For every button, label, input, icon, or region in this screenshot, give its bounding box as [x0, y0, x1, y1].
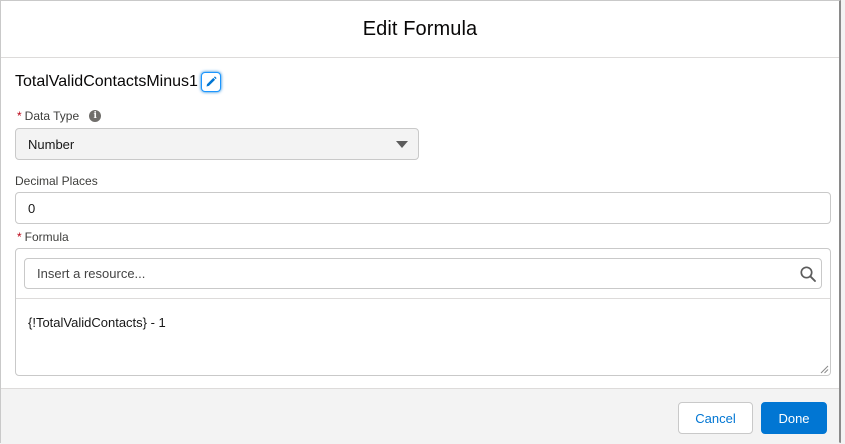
chevron-down-icon	[396, 141, 408, 148]
data-type-selected-value: Number	[28, 136, 75, 152]
info-icon[interactable]: i	[89, 110, 102, 122]
insert-resource-input[interactable]: Insert a resource...	[24, 258, 822, 289]
formula-divider	[16, 298, 830, 299]
decimal-places-input[interactable]: 0	[15, 192, 831, 224]
data-type-label-row: * Data Type i	[17, 109, 102, 123]
modal-title: Edit Formula	[362, 17, 478, 40]
done-button[interactable]: Done	[761, 402, 827, 434]
decimal-places-value: 0	[28, 200, 36, 216]
decimal-places-label-row: Decimal Places	[15, 174, 98, 188]
formula-textarea[interactable]: {!TotalValidContacts} - 1	[28, 315, 166, 330]
data-type-select[interactable]: Number	[15, 128, 419, 160]
cancel-button[interactable]: Cancel	[678, 402, 753, 434]
decimal-places-label: Decimal Places	[15, 174, 98, 188]
insert-resource-placeholder: Insert a resource...	[37, 266, 146, 281]
pencil-icon	[206, 76, 217, 87]
required-marker: *	[17, 109, 22, 123]
formula-label-row: * Formula	[17, 230, 69, 244]
resize-handle-icon[interactable]	[819, 364, 829, 374]
resource-name-row: TotalValidContactsMinus1	[15, 71, 221, 93]
edit-name-button[interactable]	[200, 72, 221, 92]
formula-editor: Insert a resource... {!TotalValidContact…	[15, 248, 831, 376]
required-marker: *	[17, 230, 22, 244]
modal-header: Edit Formula	[1, 1, 839, 58]
modal-footer: Cancel Done	[1, 388, 839, 444]
resource-api-name: TotalValidContactsMinus1	[15, 73, 198, 90]
edit-formula-modal: Edit Formula TotalValidContactsMinus1 * …	[0, 0, 841, 444]
search-icon[interactable]	[799, 265, 817, 283]
data-type-label: Data Type	[24, 109, 80, 123]
formula-label: Formula	[24, 230, 69, 244]
